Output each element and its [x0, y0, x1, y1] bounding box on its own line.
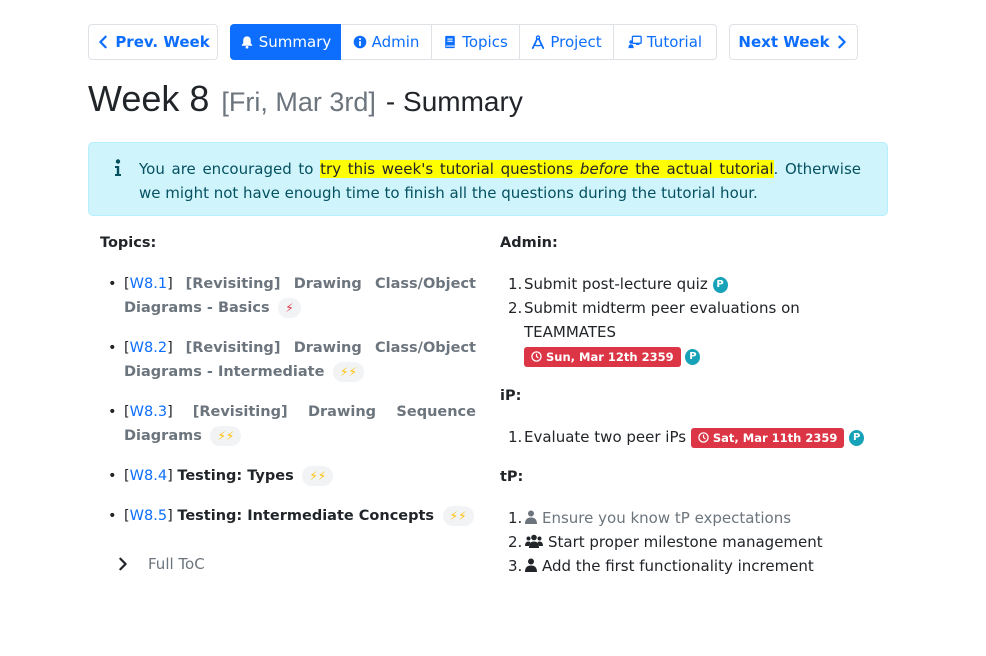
difficulty-badge: ⚡⚡ — [302, 466, 334, 486]
info-icon — [115, 159, 121, 176]
prev-week-label: Prev. Week — [115, 33, 210, 51]
topic-title: [Revisiting] Drawing Class/Object Diagra… — [124, 340, 476, 380]
section-tabs: Summary Admin Topics Project Tutorial — [230, 24, 717, 60]
list-item: [W8.2] [Revisiting] Drawing Class/Object… — [100, 336, 476, 384]
list-item: 1. Submit post-lecture quiz P — [500, 272, 890, 296]
tab-tutorial[interactable]: Tutorial — [614, 24, 717, 60]
topics-section: Topics: [W8.1] [Revisiting] Drawing Clas… — [100, 235, 476, 573]
item-number: 1. — [508, 509, 523, 527]
alert-highlight: try this week's tutorial questions befor… — [320, 160, 774, 178]
tab-summary[interactable]: Summary — [230, 24, 341, 60]
ip-list: 1. Evaluate two peer iPs Sat, Mar 11th 2… — [500, 425, 890, 449]
admin-task-text: Submit post-lecture quiz — [524, 275, 708, 293]
people-icon — [525, 534, 543, 548]
tab-summary-label: Summary — [258, 33, 332, 51]
difficulty-badge: ⚡ — [278, 298, 301, 318]
tab-admin-label: Admin — [371, 33, 420, 51]
compass-drafting-icon — [531, 35, 545, 49]
progress-badge[interactable]: P — [685, 348, 701, 365]
tasks-section: Admin: 1. Submit post-lecture quiz P 2. … — [500, 235, 890, 578]
week-date: [Fri, Mar 3rd] — [221, 87, 376, 117]
alert-text: You are encouraged to try this week's tu… — [139, 157, 861, 205]
alert-highlight-emphasis: before — [579, 160, 629, 178]
deadline-text: Sun, Mar 12th 2359 — [546, 349, 674, 364]
alert-highlight-part1: try this week's tutorial questions — [320, 160, 580, 178]
topic-title: [Revisiting] Drawing Sequence Diagrams — [124, 404, 476, 444]
item-number: 3. — [508, 557, 523, 575]
list-item: [W8.5] Testing: Intermediate Concepts ⚡⚡ — [100, 504, 476, 528]
difficulty-badge: ⚡⚡ — [442, 506, 474, 526]
topics-heading: Topics: — [100, 235, 157, 251]
next-week-label: Next Week — [738, 33, 830, 51]
list-item: 1. Ensure you know tP expectations — [500, 506, 890, 530]
list-item: [W8.1] [Revisiting] Drawing Class/Object… — [100, 272, 476, 320]
chevron-left-icon — [96, 35, 110, 49]
item-number: 1. — [508, 428, 523, 446]
bell-icon — [240, 35, 254, 49]
week-label: Week 8 — [88, 78, 210, 119]
alert-highlight-part2: the actual tutorial — [628, 160, 774, 178]
tp-task-text: Add the first functionality increment — [542, 557, 814, 575]
tp-task-text: Ensure you know tP expectations — [542, 509, 792, 527]
page-title: Week 8 [Fri, Mar 3rd] - Summary — [88, 78, 523, 120]
ip-task-text: Evaluate two peer iPs — [524, 428, 687, 446]
deadline-badge: Sun, Mar 12th 2359 — [524, 346, 681, 367]
list-item: [W8.3] [Revisiting] Drawing Sequence Dia… — [100, 400, 476, 448]
difficulty-badge: ⚡⚡ — [210, 426, 242, 446]
list-item: 3. Add the first functionality increment — [500, 554, 890, 578]
ip-heading: iP: — [500, 388, 522, 404]
full-toc-label: Full ToC — [148, 555, 205, 573]
topic-link-w8-3[interactable]: W8.3 — [130, 404, 167, 420]
tp-task-text: Start proper milestone management — [548, 533, 823, 551]
admin-heading: Admin: — [500, 235, 558, 251]
difficulty-badge: ⚡⚡ — [333, 362, 364, 382]
progress-badge[interactable]: P — [849, 429, 865, 446]
item-number: 2. — [508, 299, 523, 317]
chevron-right-icon — [835, 35, 849, 49]
topic-link-w8-1[interactable]: W8.1 — [130, 276, 167, 292]
tp-list: 1. Ensure you know tP expectations 2. St… — [500, 506, 890, 578]
list-item: [W8.4] Testing: Types ⚡⚡ — [100, 464, 476, 488]
tab-admin[interactable]: Admin — [341, 24, 432, 60]
chevron-right-icon — [119, 557, 127, 571]
tab-tutorial-label: Tutorial — [646, 33, 703, 51]
prev-week-button[interactable]: Prev. Week — [88, 24, 218, 60]
deadline-badge: Sat, Mar 11th 2359 — [690, 427, 845, 448]
item-number: 2. — [508, 533, 523, 551]
tp-heading: tP: — [500, 469, 524, 485]
list-item: 2. Start proper milestone management — [500, 530, 890, 554]
list-item: 2. Submit midterm peer evaluations on TE… — [500, 296, 890, 368]
topic-title: Testing: Types — [177, 468, 294, 484]
topic-link-w8-5[interactable]: W8.5 — [130, 508, 167, 524]
topic-link-w8-2[interactable]: W8.2 — [130, 340, 167, 356]
item-number: 1. — [508, 275, 523, 293]
person-icon — [525, 510, 537, 524]
page-title-suffix: - Summary — [385, 86, 523, 117]
next-week-button[interactable]: Next Week — [729, 24, 858, 60]
full-toc-toggle[interactable]: Full ToC — [116, 555, 205, 573]
clock-icon — [531, 351, 542, 362]
admin-task-text: Submit midterm peer evaluations on TEAMM… — [524, 299, 800, 341]
alert-text-pre: You are encouraged to — [139, 160, 321, 178]
person-icon — [525, 558, 537, 572]
chalkboard-user-icon — [628, 35, 642, 49]
tab-topics[interactable]: Topics — [432, 24, 520, 60]
topics-list: [W8.1] [Revisiting] Drawing Class/Object… — [100, 272, 476, 528]
week-navigation: Prev. Week Summary Admin Topics Project — [88, 24, 858, 60]
info-alert: You are encouraged to try this week's tu… — [88, 142, 888, 216]
deadline-text: Sat, Mar 11th 2359 — [712, 430, 838, 445]
admin-list: 1. Submit post-lecture quiz P 2. Submit … — [500, 272, 890, 368]
topic-title: Testing: Intermediate Concepts — [177, 508, 435, 524]
topic-link-w8-4[interactable]: W8.4 — [130, 468, 167, 484]
list-item: 1. Evaluate two peer iPs Sat, Mar 11th 2… — [500, 425, 890, 449]
info-circle-icon — [353, 35, 367, 49]
tab-project-label: Project — [550, 33, 602, 51]
book-icon — [443, 35, 457, 49]
tab-topics-label: Topics — [462, 33, 508, 51]
tab-project[interactable]: Project — [520, 24, 614, 60]
clock-icon — [698, 432, 709, 443]
progress-badge[interactable]: P — [712, 276, 728, 293]
